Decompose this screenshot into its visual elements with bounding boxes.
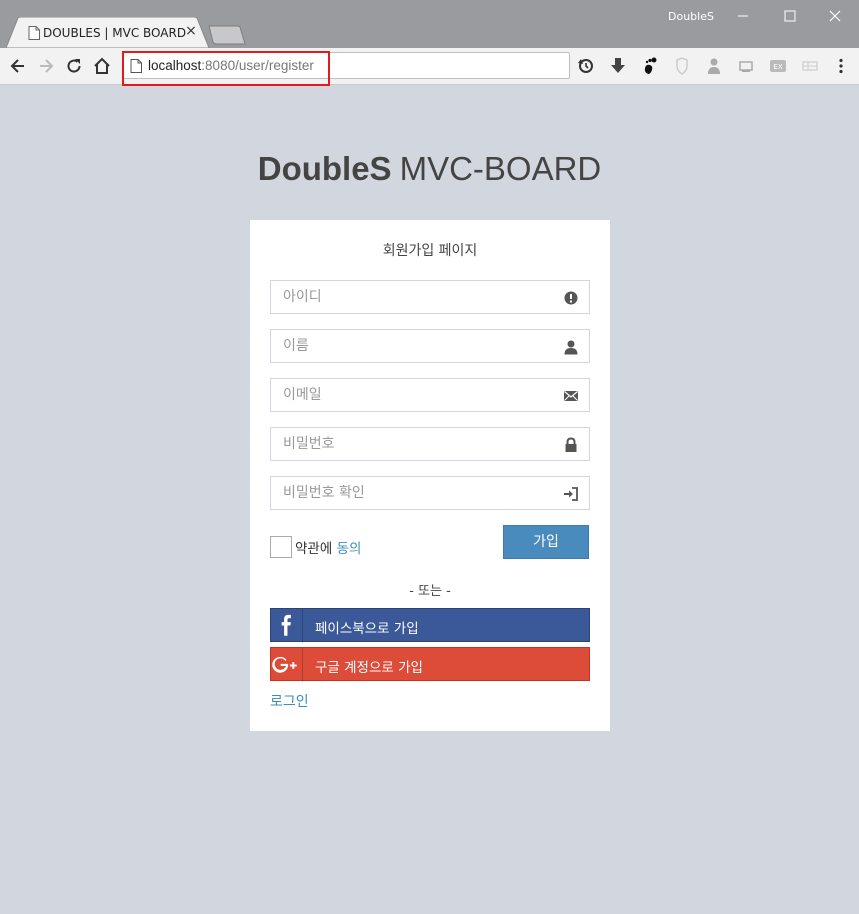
site-logo[interactable]: DoubleS MVC-BOARD [0, 150, 859, 188]
envelope-icon [564, 391, 578, 401]
google-plus-icon [272, 648, 303, 682]
login-link[interactable]: 로그인 [270, 691, 309, 711]
agree-prefix: 약관에 [295, 541, 337, 557]
user-icon [564, 340, 578, 355]
screen-icon[interactable] [737, 57, 755, 75]
url-highlight-annotation [122, 51, 330, 86]
browser-titlebar: DOUBLES | MVC BOARD × DoubleS [0, 0, 859, 48]
register-title: 회원가입 페이지 [382, 243, 478, 259]
name-field [270, 329, 590, 363]
sync-icon[interactable] [577, 57, 595, 75]
agree-checkbox[interactable] [270, 536, 292, 558]
menu-icon[interactable] [832, 57, 850, 75]
back-icon[interactable] [8, 56, 28, 76]
svg-text:EX: EX [773, 63, 782, 71]
register-box: 회원가입 페이지 아이디 이름 이메일 약관에 동의 가입 - 또는 - 페이스… [250, 220, 610, 731]
password-confirm-input[interactable] [271, 477, 589, 509]
terms-link[interactable]: 동의 [337, 541, 362, 557]
email-field [270, 378, 590, 412]
sheet-icon[interactable] [801, 57, 819, 75]
window-title: DoubleS [668, 10, 714, 23]
minimize-icon[interactable] [728, 6, 758, 26]
facebook-signup-label: 페이스북으로 가입 [315, 621, 419, 637]
browser-tab[interactable]: DOUBLES | MVC BOARD × [6, 17, 210, 48]
tab-title: DOUBLES | MVC BOARD [43, 26, 187, 40]
google-signup-button[interactable]: 구글 계정으로 가입 [270, 647, 590, 682]
exclamation-icon [564, 291, 578, 305]
tab-close-icon[interactable]: × [184, 23, 198, 39]
facebook-icon [281, 609, 303, 643]
id-input[interactable] [271, 281, 589, 313]
ex-icon[interactable]: EX [769, 57, 787, 75]
shield-icon[interactable] [673, 57, 691, 75]
page-icon [28, 26, 40, 40]
reload-icon[interactable] [64, 56, 84, 76]
google-signup-label: 구글 계정으로 가입 [315, 660, 423, 676]
or-divider: - 또는 - [409, 584, 451, 599]
forward-icon[interactable] [36, 56, 56, 76]
logo-light: MVC-BOARD [399, 150, 602, 187]
id-field [270, 280, 590, 314]
gnome-icon[interactable] [641, 57, 659, 75]
sign-in-icon [564, 487, 578, 501]
password-confirm-field [270, 476, 590, 510]
join-button[interactable]: 가입 [503, 525, 589, 559]
lock-icon [565, 437, 577, 452]
new-tab-button[interactable] [208, 25, 246, 45]
maximize-icon[interactable] [775, 6, 805, 26]
logo-bold: DoubleS [257, 150, 392, 187]
password-input[interactable] [271, 428, 589, 460]
agree-label: 약관에 동의 [295, 537, 361, 557]
name-input[interactable] [271, 330, 589, 362]
email-input[interactable] [271, 379, 589, 411]
facebook-signup-button[interactable]: 페이스북으로 가입 [270, 608, 590, 643]
close-window-icon[interactable] [820, 6, 850, 26]
download-icon[interactable] [609, 57, 627, 75]
person-icon[interactable] [705, 57, 723, 75]
home-icon[interactable] [92, 56, 112, 76]
password-field [270, 427, 590, 461]
